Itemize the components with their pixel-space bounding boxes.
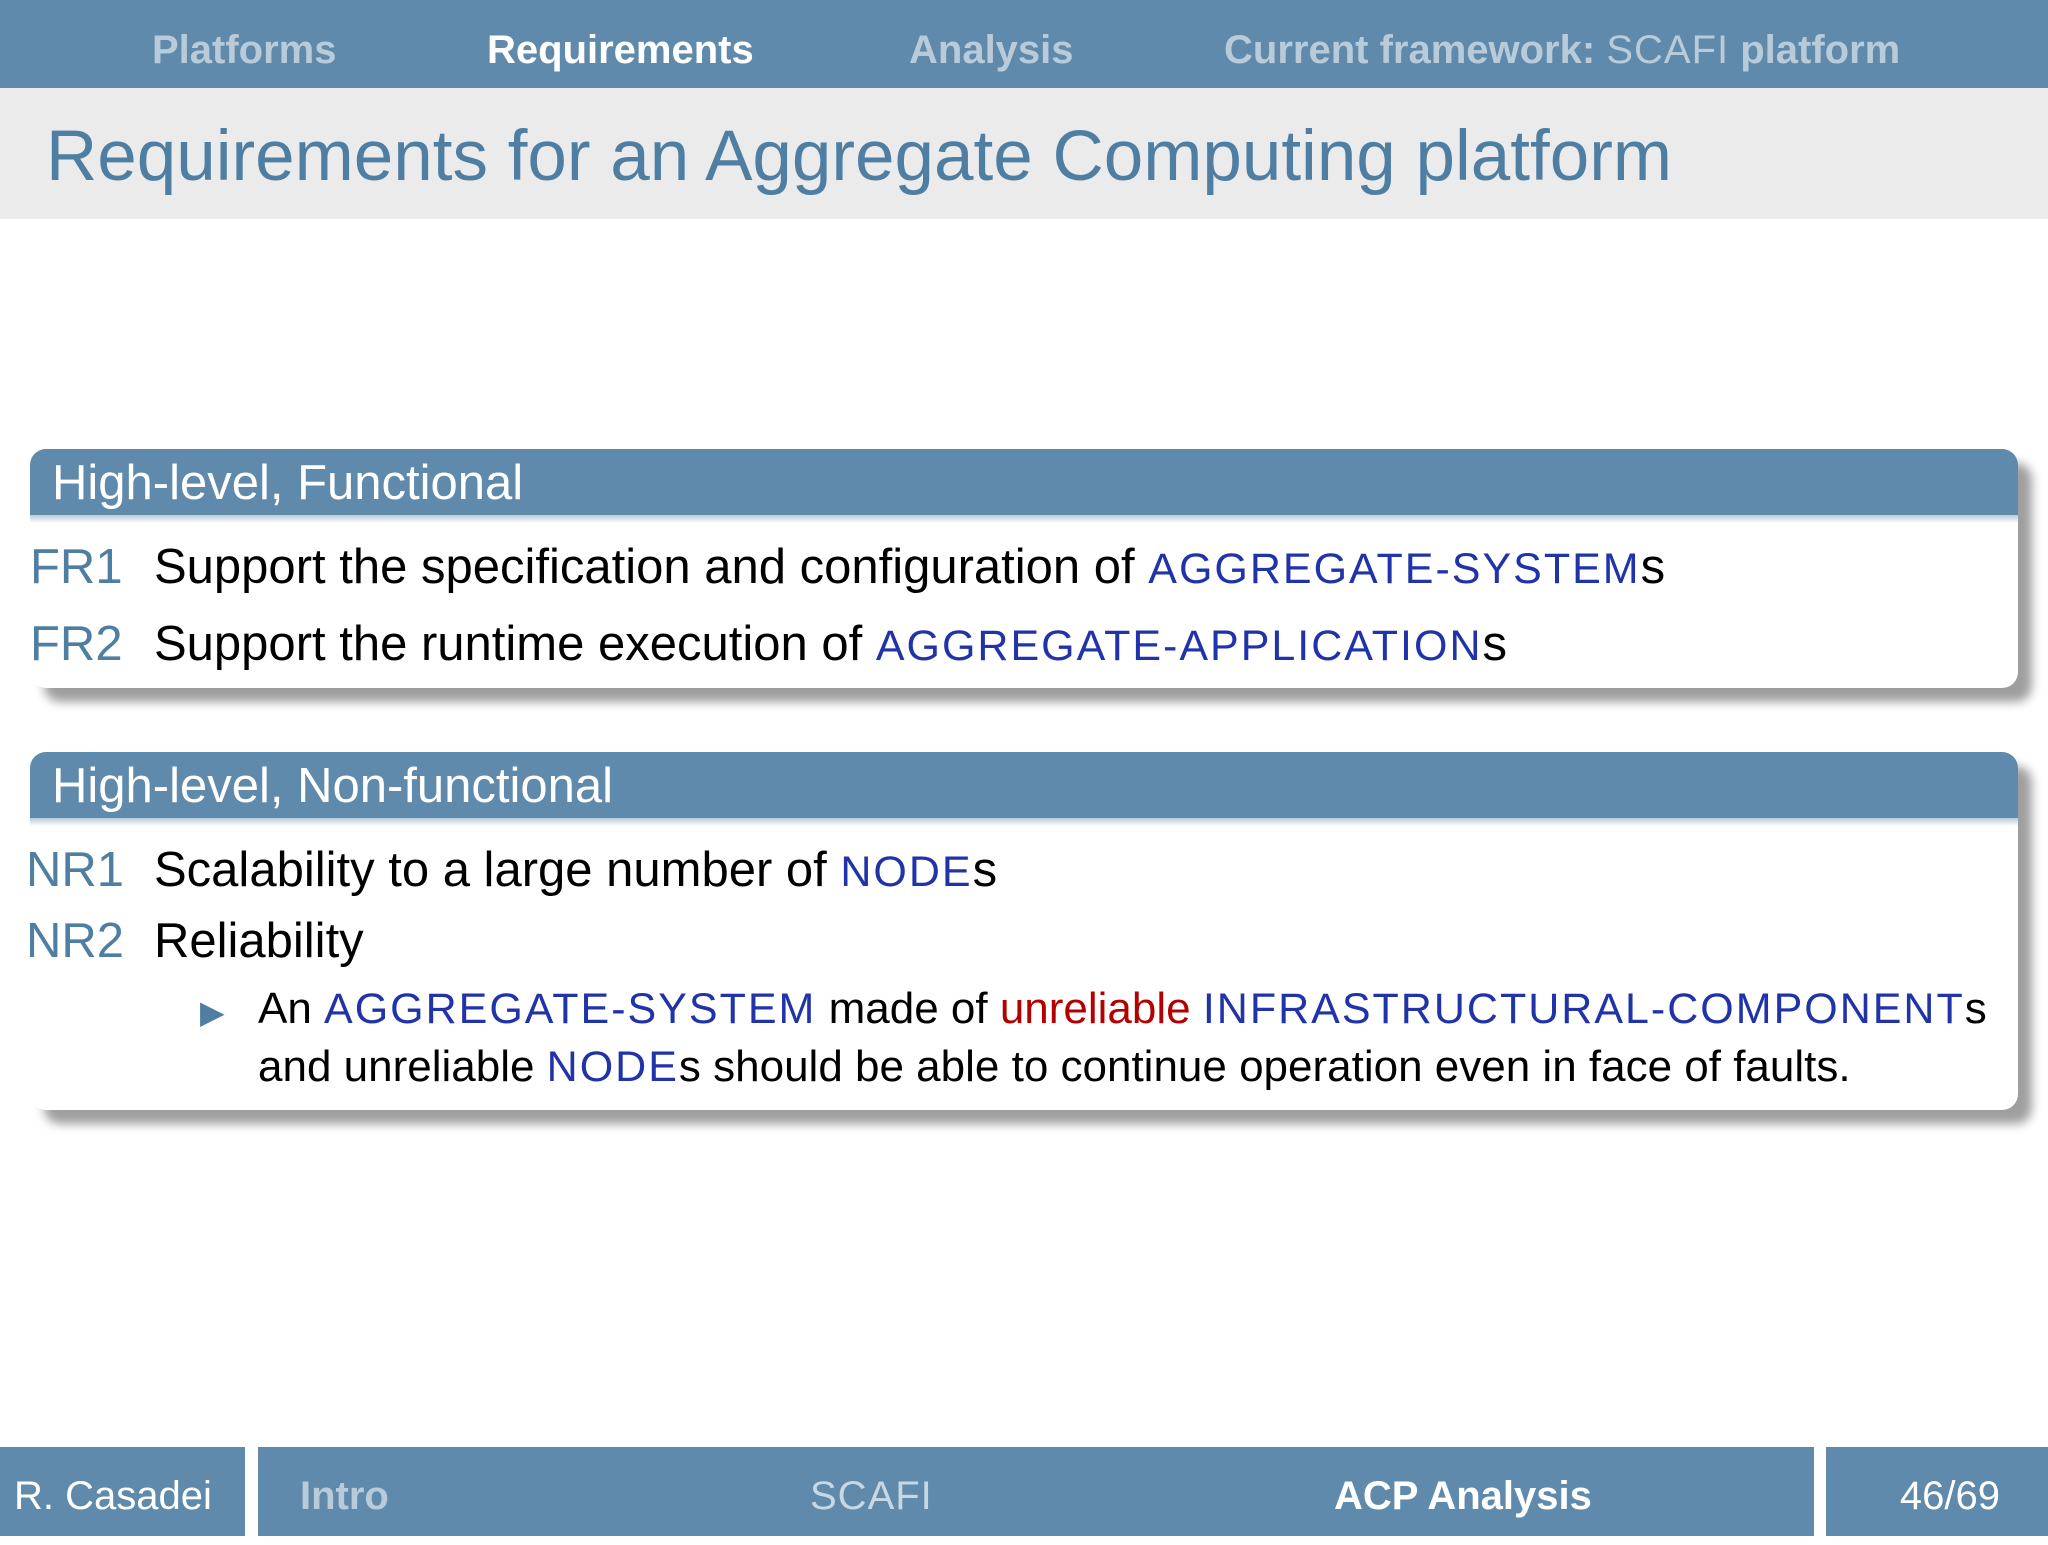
nav-item-term: SCAFI <box>1606 28 1730 72</box>
nav-item-current-framework[interactable]: Current framework: SCAFI platform <box>1224 0 1900 88</box>
footer-section[interactable]: Intro <box>300 1447 389 1545</box>
requirement-text: Reliability <box>154 914 364 968</box>
requirement-id: FR1 <box>30 540 123 594</box>
requirement-text: Support the runtime execution of AGGREGA… <box>154 617 1507 671</box>
requirement-text: Support the specification and configurat… <box>154 540 1666 594</box>
footer-subsection[interactable]: ACP Analysis <box>1334 1447 1592 1545</box>
requirement-id: NR2 <box>26 914 125 968</box>
concept-term: AGGREGATE-APPLICATION <box>875 622 1483 670</box>
footer-author: R. Casadei <box>14 1474 212 1518</box>
footer-author-box: R. Casadei <box>0 1447 245 1536</box>
footer-middle[interactable]: SCAFI <box>810 1447 933 1545</box>
concept-term: AGGREGATE-SYSTEM <box>324 985 817 1033</box>
concept-term: AGGREGATE-SYSTEM <box>1148 545 1641 593</box>
concept-term: NODE <box>840 848 973 896</box>
footer-section-box: Intro SCAFI ACP Analysis <box>258 1447 1814 1536</box>
requirement-id: NR1 <box>26 843 125 897</box>
nav-item-platforms[interactable]: Platforms <box>152 0 337 88</box>
section-navigation-bar: Platforms Requirements Analysis Current … <box>0 0 2048 88</box>
concept-term: INFRASTRUCTURAL-COMPONENT <box>1202 985 1965 1033</box>
block-heading: High-level, Non-functional <box>30 752 2018 826</box>
requirement-id: FR2 <box>30 617 123 671</box>
alert-text: unreliable <box>999 984 1191 1033</box>
bullet-triangle-icon: ▶ <box>200 994 225 1030</box>
footer-page-box: 46/69 <box>1826 1447 2048 1536</box>
nav-item-requirements[interactable]: Requirements <box>487 0 754 88</box>
page-number: 46/69 <box>1899 1474 2000 1518</box>
block-heading: High-level, Functional <box>30 449 2018 523</box>
nonfunctional-requirements-block: High-level, Non-functional NR1 Scalabili… <box>26 752 2018 1110</box>
nav-item-suffix: platform <box>1740 28 1901 72</box>
concept-term: NODE <box>546 1043 679 1091</box>
requirement-text: Scalability to a large number of NODEs <box>154 843 998 897</box>
frame-title-bar: Requirements for an Aggregate Computing … <box>0 88 2048 219</box>
functional-requirements-block: High-level, Functional FR1 Support the s… <box>30 449 2018 688</box>
page-title: Requirements for an Aggregate Computing … <box>46 117 1672 196</box>
nav-item-label: Current framework: <box>1224 28 1596 72</box>
sub-item-text: An AGGREGATE-SYSTEM made of unreliable I… <box>258 984 1987 1091</box>
nav-item-analysis[interactable]: Analysis <box>909 0 1074 88</box>
